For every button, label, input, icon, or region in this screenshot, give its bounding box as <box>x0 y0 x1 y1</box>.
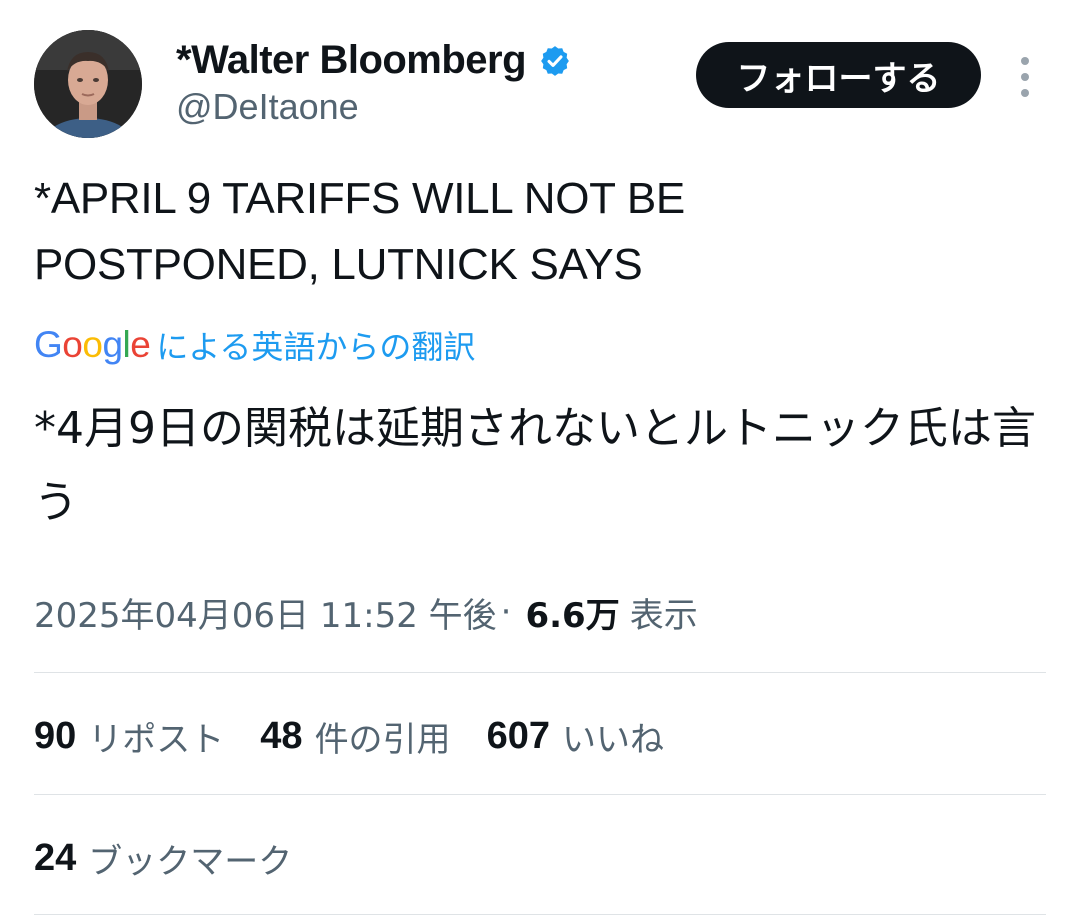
bookmarks-count: 24 <box>34 836 77 879</box>
quotes-label: 件の引用 <box>314 719 451 760</box>
views-count: 6.6万 <box>525 595 620 636</box>
divider <box>34 794 1046 795</box>
follow-button[interactable]: フォローする <box>696 42 981 108</box>
timestamp[interactable]: 2025年04月06日 11:52 午後 <box>34 588 497 637</box>
divider <box>34 914 1046 915</box>
translation-attribution[interactable]: Google による英語からの翻訳 <box>34 320 475 370</box>
likes-stat[interactable]: 607 いいね <box>487 712 664 761</box>
likes-label: いいね <box>561 719 664 760</box>
reposts-stat[interactable]: 90 リポスト <box>34 712 224 761</box>
google-logo: Google <box>34 324 151 365</box>
translation-label[interactable]: による英語からの翻訳 <box>156 322 475 368</box>
translated-text: *4月9日の関税は延期されないとルトニック氏は言う <box>34 403 1036 528</box>
profile-photo <box>34 30 142 138</box>
dot <box>1021 57 1029 65</box>
engagement-stats: 90 リポスト 48 件の引用 607 いいね <box>34 706 700 766</box>
likes-count: 607 <box>486 714 550 757</box>
more-vertical-icon[interactable] <box>1008 55 1042 99</box>
verified-badge-icon[interactable] <box>538 43 572 77</box>
quotes-stat[interactable]: 48 件の引用 <box>260 712 450 761</box>
bookmarks-stat[interactable]: 24 ブックマーク <box>34 828 292 888</box>
bookmarks-label: ブックマーク <box>88 841 293 882</box>
reposts-label: リポスト <box>88 719 225 760</box>
author-display-name[interactable]: *Walter Bloomberg <box>176 38 527 83</box>
views-label: 表示 <box>629 595 698 636</box>
divider <box>34 672 1046 673</box>
avatar[interactable] <box>34 30 142 138</box>
author-display-name-row[interactable]: *Walter Bloomberg <box>176 34 572 86</box>
tweet-meta: 2025年04月06日 11:52 午後 · 6.6万 表示 <box>34 584 698 640</box>
dot <box>1021 73 1029 81</box>
quotes-count: 48 <box>260 714 303 757</box>
separator: · <box>500 592 512 632</box>
reposts-count: 90 <box>34 714 77 757</box>
tweet-text: *APRIL 9 TARIFFS WILL NOT BE POSTPONED, … <box>34 174 685 289</box>
author-handle[interactable]: @DeItaone <box>176 86 359 128</box>
dot <box>1021 89 1029 97</box>
